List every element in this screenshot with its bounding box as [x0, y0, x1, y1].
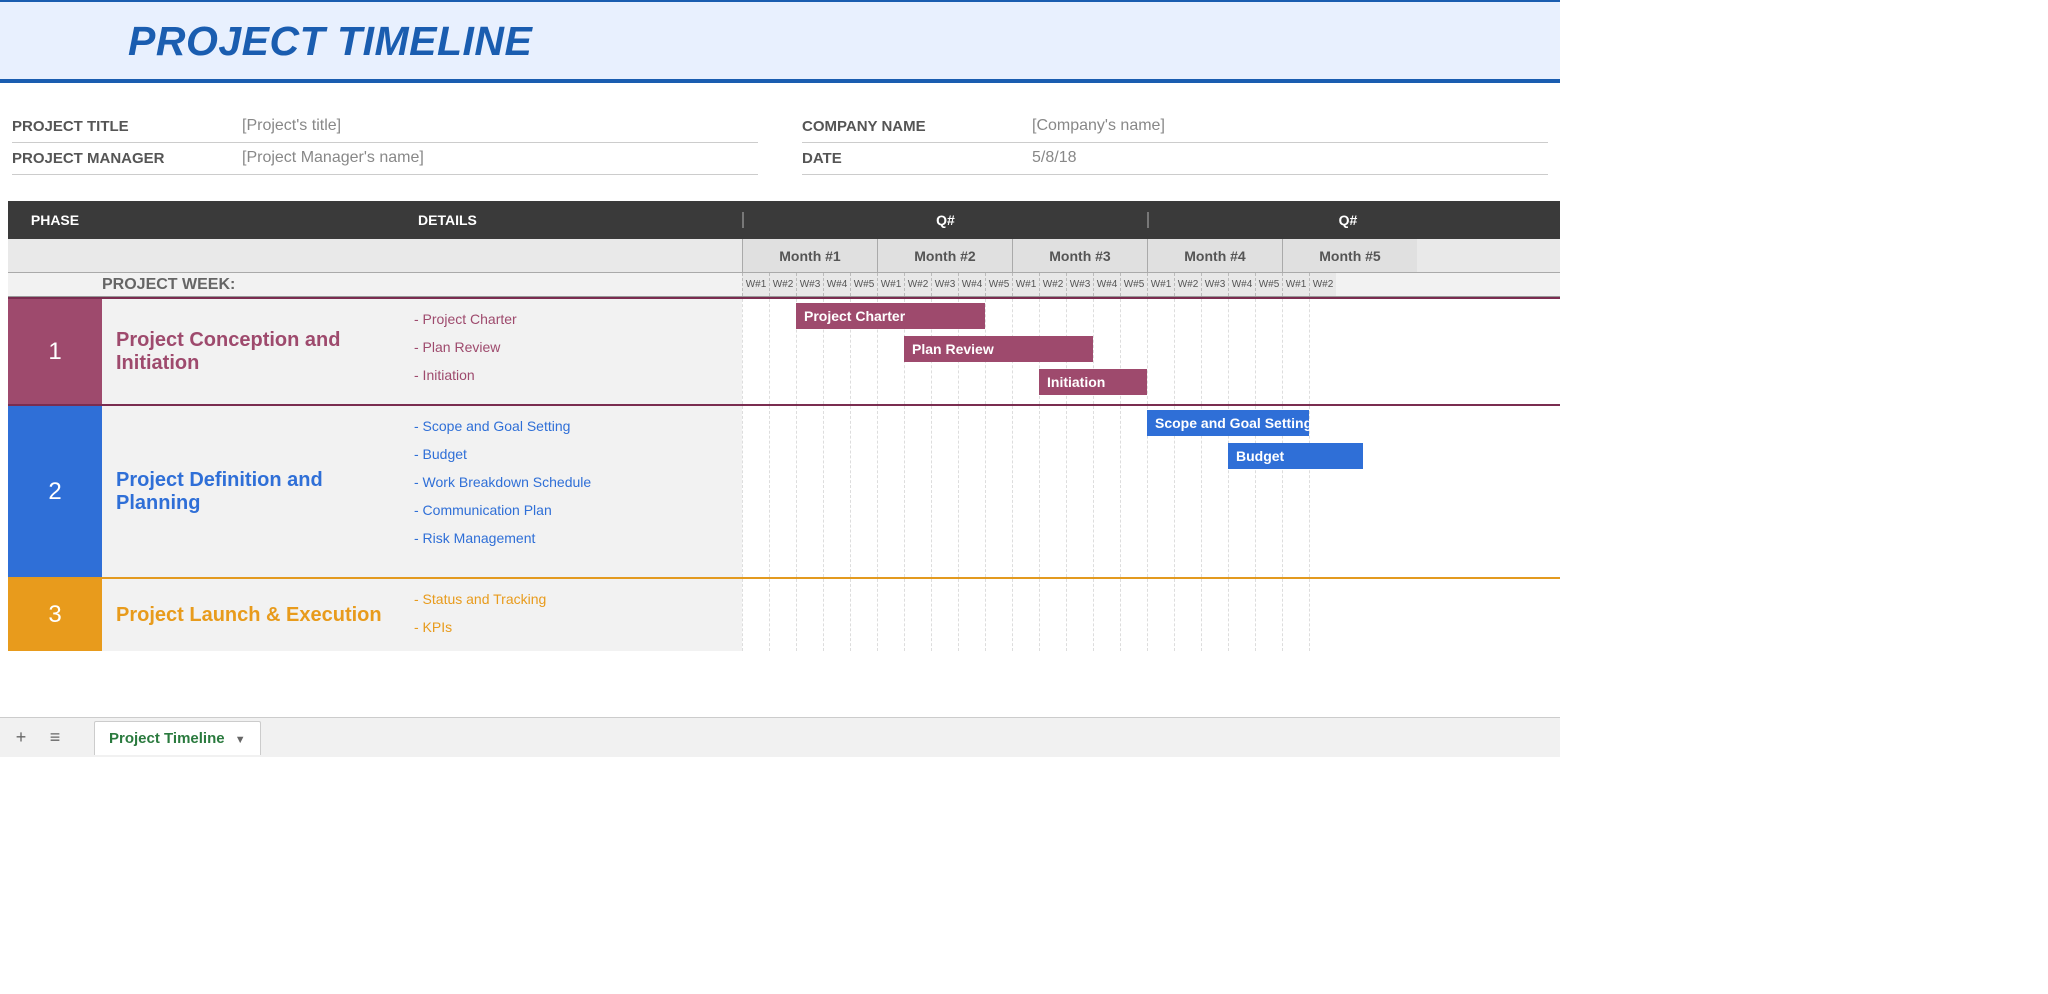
week-header: W#2	[1174, 273, 1201, 296]
week-header: W#2	[1309, 273, 1336, 296]
week-header: W#3	[796, 273, 823, 296]
phase-row: 1Project Conception and Initiation- Proj…	[8, 297, 1560, 406]
spreadsheet-viewport: PROJECT TIMELINE PROJECT TITLE[Project's…	[0, 0, 1560, 757]
week-header: W#5	[850, 273, 877, 296]
gantt-table: PHASE DETAILS Q# Q# Month #1Month #2Mont…	[0, 201, 1560, 757]
phase-detail-item: - Scope and Goal Setting	[410, 412, 742, 440]
header-phase: PHASE	[8, 212, 102, 228]
month-header: Month #2	[877, 239, 1012, 272]
meta-label: PROJECT MANAGER	[12, 150, 242, 167]
header-row-weeks: PROJECT WEEK: W#1W#2W#3W#4W#5W#1W#2W#3W#…	[8, 273, 1560, 297]
meta-value: [Project Manager's name]	[242, 149, 424, 167]
week-header: W#2	[769, 273, 796, 296]
month-header: Month #1	[742, 239, 877, 272]
gantt-bar[interactable]: Budget	[1228, 443, 1363, 469]
month-header: Month #4	[1147, 239, 1282, 272]
document-title: PROJECT TIMELINE	[128, 18, 1560, 65]
meta-col-right: COMPANY NAME[Company's name]DATE5/8/18	[802, 111, 1548, 175]
header-row-months: Month #1Month #2Month #3Month #4Month #5	[8, 239, 1560, 273]
week-header: W#4	[958, 273, 985, 296]
gantt-bar[interactable]: Plan Review	[904, 336, 1093, 362]
phase-number: 2	[8, 406, 102, 577]
add-sheet-button[interactable]: +	[8, 725, 34, 751]
project-meta: PROJECT TITLE[Project's title]PROJECT MA…	[0, 111, 1560, 175]
phase-title: Project Launch & Execution	[102, 579, 410, 651]
phase-detail-item: - Project Charter	[410, 305, 742, 333]
header-quarter-2: Q#	[1147, 212, 1547, 228]
week-header: W#3	[931, 273, 958, 296]
phase-detail-item: - Work Breakdown Schedule	[410, 468, 742, 496]
week-header: W#5	[1120, 273, 1147, 296]
sheet-tab-label: Project Timeline	[109, 730, 225, 747]
header-details: DETAILS	[102, 212, 742, 228]
phase-detail-item: - Budget	[410, 440, 742, 468]
week-header: W#1	[877, 273, 904, 296]
week-header: W#5	[1255, 273, 1282, 296]
gantt-area[interactable]: Project Charter Plan Review Initiation	[742, 299, 1560, 404]
meta-label: COMPANY NAME	[802, 118, 1032, 135]
week-header: W#4	[823, 273, 850, 296]
week-header: W#1	[1147, 273, 1174, 296]
sheet-tabs-bar: + ≡ Project Timeline ▼	[0, 717, 1560, 757]
month-header: Month #3	[1012, 239, 1147, 272]
phase-row: 2Project Definition and Planning- Scope …	[8, 406, 1560, 579]
phase-detail-item: - Plan Review	[410, 333, 742, 361]
week-header: W#1	[742, 273, 769, 296]
meta-row[interactable]: COMPANY NAME[Company's name]	[802, 111, 1548, 143]
gantt-bar[interactable]: Project Charter	[796, 303, 985, 329]
phase-row: 3Project Launch & Execution- Status and …	[8, 579, 1560, 651]
phase-detail-item: - Initiation	[410, 361, 742, 389]
header-row-top: PHASE DETAILS Q# Q#	[8, 201, 1560, 239]
all-sheets-button[interactable]: ≡	[42, 725, 68, 751]
meta-value: [Company's name]	[1032, 117, 1165, 135]
week-header: W#3	[1066, 273, 1093, 296]
week-header: W#4	[1093, 273, 1120, 296]
month-header: Month #5	[1282, 239, 1417, 272]
meta-label: DATE	[802, 150, 1032, 167]
meta-value: 5/8/18	[1032, 149, 1076, 167]
gantt-area[interactable]	[742, 579, 1560, 651]
week-header: W#1	[1282, 273, 1309, 296]
sheet-tab-active[interactable]: Project Timeline ▼	[94, 721, 261, 755]
sheet-tab-dropdown-icon[interactable]: ▼	[235, 734, 246, 746]
phase-detail-item: - Communication Plan	[410, 496, 742, 524]
phase-title: Project Definition and Planning	[102, 406, 410, 577]
phase-detail-item: - KPIs	[410, 613, 742, 641]
meta-col-left: PROJECT TITLE[Project's title]PROJECT MA…	[12, 111, 758, 175]
week-header: W#5	[985, 273, 1012, 296]
week-header: W#3	[1201, 273, 1228, 296]
gantt-bar[interactable]: Scope and Goal Setting	[1147, 410, 1309, 436]
week-header: W#2	[1039, 273, 1066, 296]
week-header: W#1	[1012, 273, 1039, 296]
phase-number: 3	[8, 579, 102, 651]
meta-row[interactable]: DATE5/8/18	[802, 143, 1548, 175]
meta-row[interactable]: PROJECT MANAGER[Project Manager's name]	[12, 143, 758, 175]
gantt-area[interactable]: Scope and Goal Setting Budget	[742, 406, 1560, 577]
phase-detail-item: - Status and Tracking	[410, 585, 742, 613]
title-band: PROJECT TIMELINE	[0, 0, 1560, 83]
week-header: W#4	[1228, 273, 1255, 296]
meta-value: [Project's title]	[242, 117, 341, 135]
meta-label: PROJECT TITLE	[12, 118, 242, 135]
header-quarter-1: Q#	[742, 212, 1147, 228]
phase-number: 1	[8, 299, 102, 404]
phase-detail-item: - Risk Management	[410, 524, 742, 552]
meta-row[interactable]: PROJECT TITLE[Project's title]	[12, 111, 758, 143]
project-week-label: PROJECT WEEK:	[8, 273, 742, 296]
week-header: W#2	[904, 273, 931, 296]
gantt-bar[interactable]: Initiation	[1039, 369, 1147, 395]
phase-title: Project Conception and Initiation	[102, 299, 410, 404]
